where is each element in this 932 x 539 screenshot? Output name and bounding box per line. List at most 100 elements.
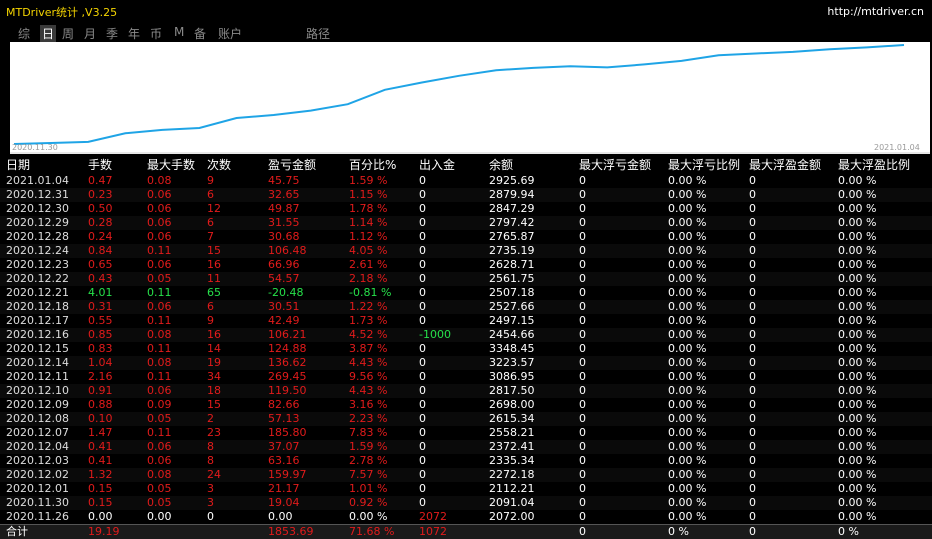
table-cell: 0.00 % xyxy=(832,468,932,482)
table-cell: 0.11 xyxy=(141,314,201,328)
table-cell: 0.84 xyxy=(82,244,141,258)
table-cell: 2020.12.15 xyxy=(0,342,82,356)
table-cell: 0 xyxy=(743,510,832,525)
table-cell: 0 xyxy=(413,230,483,244)
table-cell: 0 xyxy=(743,300,832,314)
tab-quarter[interactable]: 季 xyxy=(106,25,118,42)
tab-m[interactable]: M xyxy=(174,25,184,39)
table-cell: 0.05 xyxy=(141,272,201,286)
table-cell: 9 xyxy=(201,174,262,188)
table-row[interactable]: 2020.12.230.650.061666.962.61 %02628.710… xyxy=(0,258,932,272)
column-header[interactable]: 出入金 xyxy=(413,157,483,174)
table-cell: 2020.12.28 xyxy=(0,230,82,244)
column-header[interactable]: 最大浮盈金额 xyxy=(743,157,832,174)
table-cell: 3348.45 xyxy=(483,342,573,356)
table-row[interactable]: 2020.12.220.430.051154.572.18 %02561.750… xyxy=(0,272,932,286)
tab-week[interactable]: 周 xyxy=(62,25,74,42)
tab-backup[interactable]: 备 xyxy=(194,25,206,42)
table-cell: 7.57 % xyxy=(343,468,413,482)
table-row[interactable]: 2020.12.310.230.06632.651.15 %02879.9400… xyxy=(0,188,932,202)
table-row[interactable]: 2020.11.300.150.05319.040.92 %02091.0400… xyxy=(0,496,932,510)
table-cell: 9 xyxy=(201,314,262,328)
table-row[interactable]: 2020.12.170.550.11942.491.73 %02497.1500… xyxy=(0,314,932,328)
table-cell: 0.00 % xyxy=(662,314,743,328)
site-link[interactable]: http://mtdriver.cn xyxy=(827,5,924,18)
table-row[interactable]: 2020.12.040.410.06837.071.59 %02372.4100… xyxy=(0,440,932,454)
table-row[interactable]: 2020.12.030.410.06863.162.78 %02335.3400… xyxy=(0,454,932,468)
table-cell: 2454.66 xyxy=(483,328,573,342)
table-cell: 0 xyxy=(413,174,483,188)
table-cell: 14 xyxy=(201,342,262,356)
table-cell: 0 xyxy=(413,356,483,370)
tab-year[interactable]: 年 xyxy=(128,25,140,42)
tab-account[interactable]: 账户 xyxy=(218,25,242,42)
table-cell: 30.51 xyxy=(262,300,343,314)
table-cell: 2507.18 xyxy=(483,286,573,300)
table-cell: 0.08 xyxy=(141,468,201,482)
table-row[interactable]: 2020.12.280.240.06730.681.12 %02765.8700… xyxy=(0,230,932,244)
table-cell: 1.15 % xyxy=(343,188,413,202)
table-cell: 0 xyxy=(573,356,662,370)
table-cell: 2.18 % xyxy=(343,272,413,286)
table-cell: 0 xyxy=(743,286,832,300)
table-cell: 7.83 % xyxy=(343,426,413,440)
table-row[interactable]: 2020.12.112.160.1134269.459.56 %03086.95… xyxy=(0,370,932,384)
table-cell: 4.43 % xyxy=(343,356,413,370)
table-cell: 0 xyxy=(573,244,662,258)
table-cell: 0 xyxy=(743,188,832,202)
table-row[interactable]: 2021.01.040.470.08945.751.59 %02925.6900… xyxy=(0,174,932,188)
table-row[interactable]: 2020.12.180.310.06630.511.22 %02527.6600… xyxy=(0,300,932,314)
table-cell: 2020.12.21 xyxy=(0,286,82,300)
table-cell: 0 xyxy=(743,384,832,398)
tab-day[interactable]: 日 xyxy=(40,25,56,42)
table-cell: 0.00 % xyxy=(662,216,743,230)
table-cell: 21.17 xyxy=(262,482,343,496)
table-cell: 0.00 % xyxy=(832,412,932,426)
table-row[interactable]: 2020.12.071.470.1123185.807.83 %02558.21… xyxy=(0,426,932,440)
table-row[interactable]: 2020.12.160.850.0816106.214.52 %-1000245… xyxy=(0,328,932,342)
table-cell: 0 xyxy=(413,202,483,216)
table-row[interactable]: 2020.12.090.880.091582.663.16 %02698.000… xyxy=(0,398,932,412)
tab-currency[interactable]: 币 xyxy=(150,25,162,42)
table-cell: 2817.50 xyxy=(483,384,573,398)
table-cell: 0 xyxy=(743,440,832,454)
table-cell: 0.00 % xyxy=(662,286,743,300)
column-header[interactable]: 日期 xyxy=(0,157,82,174)
table-row[interactable]: 2020.12.240.840.1115106.484.05 %02735.19… xyxy=(0,244,932,258)
column-header[interactable]: 手数 xyxy=(82,157,141,174)
table-row[interactable]: 2020.11.260.000.0000.000.00 %20722072.00… xyxy=(0,510,932,525)
table-row[interactable]: 2020.12.100.910.0618119.504.43 %02817.50… xyxy=(0,384,932,398)
table-cell: 2272.18 xyxy=(483,468,573,482)
table-row[interactable]: 2020.12.080.100.05257.132.23 %02615.3400… xyxy=(0,412,932,426)
table-row[interactable]: 2020.12.010.150.05321.171.01 %02112.2100… xyxy=(0,482,932,496)
table-row[interactable]: 2020.12.214.010.1165-20.48-0.81 %02507.1… xyxy=(0,286,932,300)
table-cell: 2020.12.18 xyxy=(0,300,82,314)
table-cell: 0.00 % xyxy=(832,426,932,440)
table-cell: 2091.04 xyxy=(483,496,573,510)
table-row[interactable]: 2020.12.021.320.0824159.977.57 %02272.18… xyxy=(0,468,932,482)
table-cell: 0.00 % xyxy=(832,216,932,230)
tab-summary[interactable]: 综 xyxy=(18,25,30,42)
table-cell: 4.43 % xyxy=(343,384,413,398)
column-header[interactable]: 余额 xyxy=(483,157,573,174)
column-header[interactable]: 最大浮亏比例 xyxy=(662,157,743,174)
table-cell: 0 xyxy=(573,482,662,496)
table-cell: 0.11 xyxy=(141,286,201,300)
table-row[interactable]: 2020.12.290.280.06631.551.14 %02797.4200… xyxy=(0,216,932,230)
tab-month[interactable]: 月 xyxy=(84,25,96,42)
table-cell: 0.00 % xyxy=(662,258,743,272)
table-cell: 0 xyxy=(573,300,662,314)
column-header[interactable]: 百分比% xyxy=(343,157,413,174)
title-bar: MTDriver统计 ,V3.25 http://mtdriver.cn xyxy=(0,0,932,22)
tab-path[interactable]: 路径 xyxy=(306,25,330,42)
table-row[interactable]: 2020.12.150.830.1114124.883.87 %03348.45… xyxy=(0,342,932,356)
column-header[interactable]: 盈亏金额 xyxy=(262,157,343,174)
table-cell: 119.50 xyxy=(262,384,343,398)
table-row[interactable]: 2020.12.300.500.061249.871.78 %02847.290… xyxy=(0,202,932,216)
column-header[interactable]: 最大浮盈比例 xyxy=(832,157,932,174)
table-row[interactable]: 2020.12.141.040.0819136.624.43 %03223.57… xyxy=(0,356,932,370)
column-header[interactable]: 最大浮亏金额 xyxy=(573,157,662,174)
column-header[interactable]: 最大手数 xyxy=(141,157,201,174)
column-header[interactable]: 次数 xyxy=(201,157,262,174)
table-cell: 0.15 xyxy=(82,482,141,496)
